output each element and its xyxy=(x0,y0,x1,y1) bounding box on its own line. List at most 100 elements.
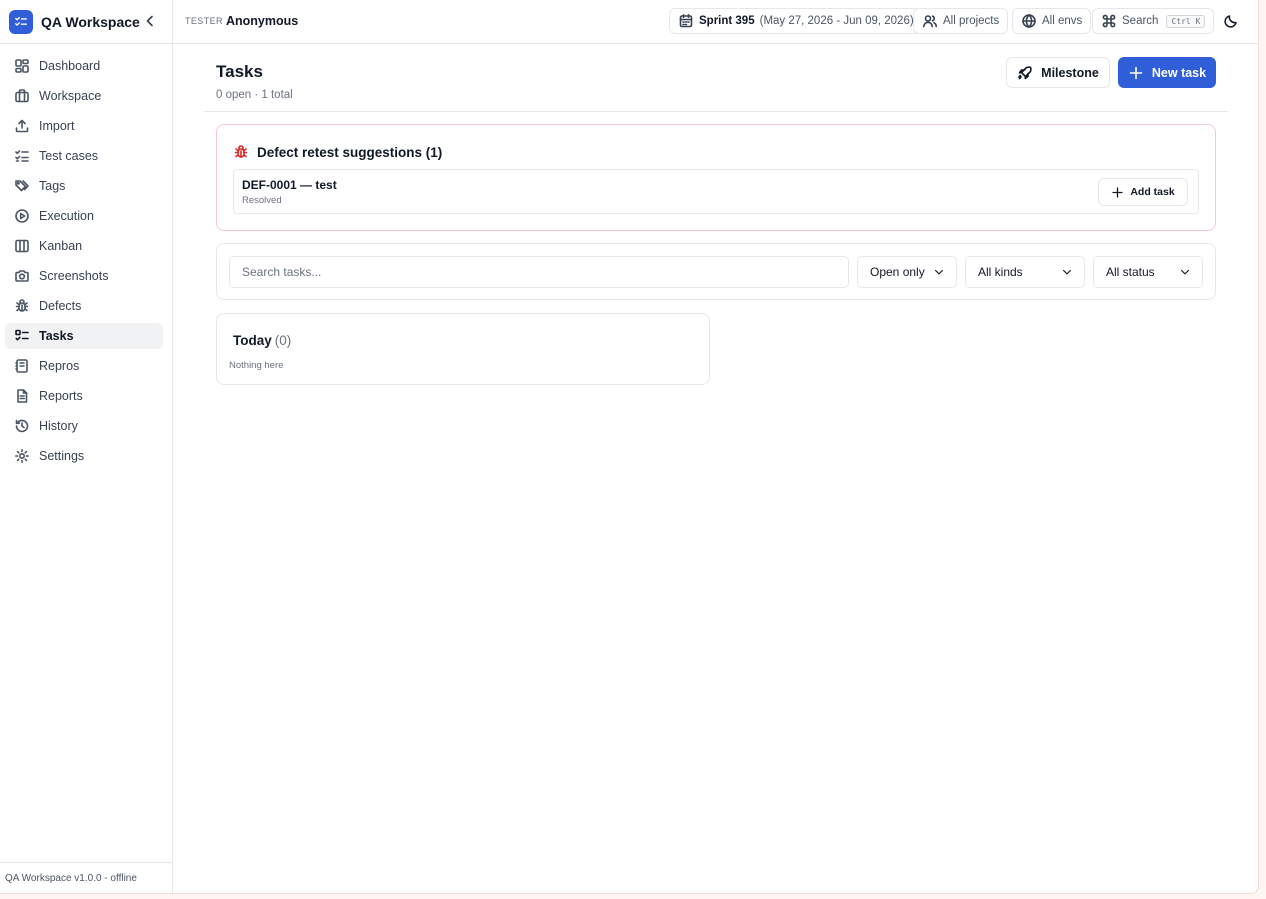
defect-status: Resolved xyxy=(242,195,282,206)
calendar-icon xyxy=(678,13,694,29)
briefcase-icon xyxy=(14,88,30,104)
columns-icon xyxy=(14,238,30,254)
sidebar-item-import[interactable]: Import xyxy=(5,113,163,139)
sidebar-item-workspace[interactable]: Workspace xyxy=(5,83,163,109)
camera-icon xyxy=(14,268,30,284)
scope-select[interactable]: Open only xyxy=(857,256,957,288)
version-footer: QA Workspace v1.0.0 - offline xyxy=(0,862,172,893)
sidebar-item-screenshots[interactable]: Screenshots xyxy=(5,263,163,289)
envs-label: All envs xyxy=(1042,15,1083,27)
plus-icon xyxy=(1128,65,1144,81)
defect-name: DEF-0001 — test xyxy=(242,178,337,192)
sidebar: QA Workspace Dashboard Workspace Import … xyxy=(0,0,173,893)
bug-icon xyxy=(14,298,30,314)
search-button[interactable]: Search Ctrl K xyxy=(1092,8,1215,34)
sidebar-item-label: Repros xyxy=(39,359,80,373)
sidebar-item-history[interactable]: History xyxy=(5,413,163,439)
command-icon xyxy=(1101,13,1117,29)
envs-selector[interactable]: All envs xyxy=(1012,8,1092,34)
search-tasks-input[interactable] xyxy=(229,256,849,288)
kind-select-value: All kinds xyxy=(978,265,1023,279)
checklist-icon xyxy=(14,148,30,164)
sidebar-item-defects[interactable]: Defects xyxy=(5,293,163,319)
add-task-button[interactable]: Add task xyxy=(1098,178,1188,206)
defect-retest-suggestions: Defect retest suggestions (1) DEF-0001 —… xyxy=(216,124,1216,231)
empty-state-text: Nothing here xyxy=(229,360,284,371)
upload-icon xyxy=(14,118,30,134)
sidebar-nav: Dashboard Workspace Import Test cases Ta… xyxy=(0,44,172,469)
sidebar-item-test-cases[interactable]: Test cases xyxy=(5,143,163,169)
main-content: Tasks 0 open · 1 total Milestone New tas… xyxy=(173,44,1258,893)
app-window: QA Workspace Dashboard Workspace Import … xyxy=(0,0,1259,894)
sidebar-item-label: Test cases xyxy=(39,149,99,163)
sidebar-item-label: Workspace xyxy=(39,89,102,103)
sprint-range: (May 27, 2026 - Jun 09, 2026) xyxy=(759,15,914,27)
add-task-label: Add task xyxy=(1130,186,1175,198)
sidebar-item-label: Kanban xyxy=(39,239,83,253)
user-name: Anonymous xyxy=(226,14,299,28)
collapse-sidebar-icon[interactable] xyxy=(142,13,158,29)
task-list-icon xyxy=(14,328,30,344)
chevron-down-icon xyxy=(1061,266,1073,278)
history-icon xyxy=(14,418,30,434)
report-icon xyxy=(14,388,30,404)
sidebar-item-label: Dashboard xyxy=(39,59,101,73)
group-name: Today xyxy=(233,333,272,348)
suggestions-title: Defect retest suggestions (1) xyxy=(257,144,443,160)
sidebar-item-dashboard[interactable]: Dashboard xyxy=(5,53,163,79)
kind-select[interactable]: All kinds xyxy=(965,256,1085,288)
sidebar-item-label: Tasks xyxy=(39,329,74,343)
play-circle-icon xyxy=(14,208,30,224)
sidebar-item-reports[interactable]: Reports xyxy=(5,383,163,409)
milestone-label: Milestone xyxy=(1041,65,1099,80)
header-divider xyxy=(204,111,1228,112)
status-select[interactable]: All status xyxy=(1093,256,1203,288)
search-shortcut: Ctrl K xyxy=(1166,14,1206,28)
projects-selector[interactable]: All projects xyxy=(913,8,1009,34)
dashboard-icon xyxy=(14,58,30,74)
sidebar-item-tasks[interactable]: Tasks xyxy=(5,323,163,349)
plus-icon xyxy=(1111,186,1124,199)
sidebar-item-label: Settings xyxy=(39,449,85,463)
group-title: Today (0) xyxy=(233,333,291,348)
suggestions-heading: Defect retest suggestions (1) xyxy=(233,144,442,160)
new-task-button[interactable]: New task xyxy=(1118,57,1216,88)
bug-icon xyxy=(233,144,249,160)
task-filters: Open only All kinds All status xyxy=(216,243,1216,300)
sprint-name: Sprint 395 xyxy=(699,15,755,27)
notebook-icon xyxy=(14,358,30,374)
scope-select-value: Open only xyxy=(870,265,925,279)
projects-label: All projects xyxy=(943,15,1000,27)
task-group-today: Today (0) Nothing here xyxy=(216,313,710,385)
chevron-down-icon xyxy=(1179,266,1191,278)
gear-icon xyxy=(14,448,30,464)
group-count: (0) xyxy=(274,333,292,348)
tags-icon xyxy=(14,178,30,194)
chevron-down-icon xyxy=(933,266,945,278)
sidebar-item-kanban[interactable]: Kanban xyxy=(5,233,163,259)
sidebar-item-label: Reports xyxy=(39,389,83,403)
moon-icon[interactable] xyxy=(1223,13,1239,29)
rocket-icon xyxy=(1017,65,1033,81)
top-bar: TESTER Anonymous Sprint 395 (May 27, 202… xyxy=(173,0,1258,44)
sidebar-item-label: Tags xyxy=(39,179,66,193)
sidebar-item-label: Defects xyxy=(39,299,82,313)
sidebar-item-label: Screenshots xyxy=(39,269,109,283)
milestone-button[interactable]: Milestone xyxy=(1006,57,1110,88)
sidebar-item-tags[interactable]: Tags xyxy=(5,173,163,199)
sidebar-item-label: History xyxy=(39,419,78,433)
page-title: Tasks xyxy=(216,62,263,81)
app-name: QA Workspace xyxy=(41,13,140,30)
users-icon xyxy=(922,13,938,29)
sidebar-item-label: Execution xyxy=(39,209,94,223)
task-counts: 0 open · 1 total xyxy=(216,89,293,101)
sidebar-item-repros[interactable]: Repros xyxy=(5,353,163,379)
sidebar-item-label: Import xyxy=(39,119,75,133)
search-label: Search xyxy=(1122,15,1159,27)
sidebar-item-settings[interactable]: Settings xyxy=(5,443,163,469)
user-role-label: TESTER xyxy=(185,16,223,26)
sidebar-item-execution[interactable]: Execution xyxy=(5,203,163,229)
status-select-value: All status xyxy=(1106,265,1155,279)
sprint-selector[interactable]: Sprint 395 (May 27, 2026 - Jun 09, 2026) xyxy=(669,8,923,34)
app-logo-icon xyxy=(9,9,33,34)
